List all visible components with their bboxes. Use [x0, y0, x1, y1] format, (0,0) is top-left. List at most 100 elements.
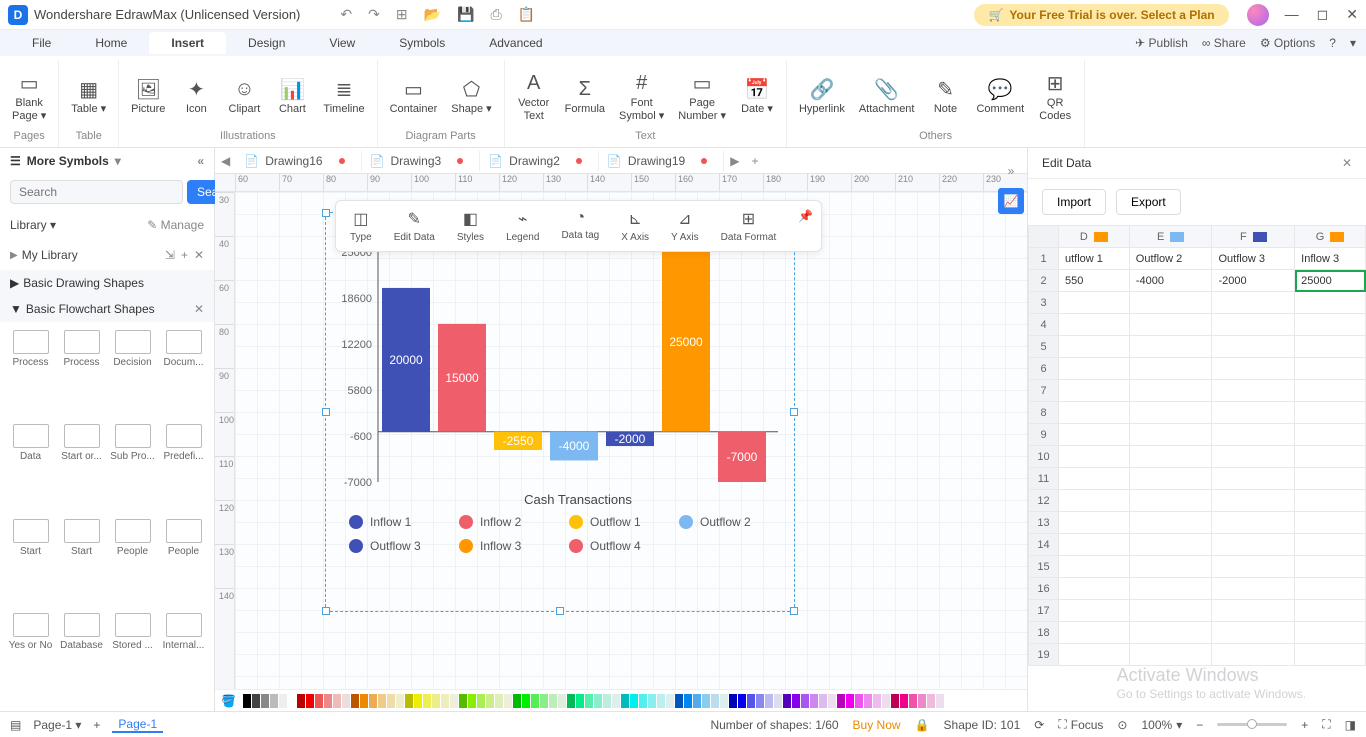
- row-header[interactable]: 16: [1029, 578, 1059, 600]
- cell[interactable]: [1059, 622, 1130, 644]
- color-swatch[interactable]: [621, 694, 629, 708]
- shape-data[interactable]: Data: [6, 424, 55, 514]
- chart-tool-datatag[interactable]: ◔Data tag: [551, 205, 609, 247]
- color-swatch[interactable]: [423, 694, 431, 708]
- zoom-level[interactable]: 100% ▾: [1141, 718, 1182, 732]
- cell[interactable]: [1129, 380, 1212, 402]
- color-swatch[interactable]: [495, 694, 503, 708]
- col-header[interactable]: G: [1295, 226, 1366, 248]
- row-header[interactable]: 12: [1029, 490, 1059, 512]
- color-swatch[interactable]: [711, 694, 719, 708]
- cell[interactable]: [1212, 490, 1295, 512]
- chart-tool-legend[interactable]: ⌁Legend: [496, 205, 549, 247]
- pages-list-icon[interactable]: ▤: [10, 718, 21, 732]
- color-swatch[interactable]: [396, 694, 404, 708]
- cell[interactable]: [1059, 578, 1130, 600]
- cell[interactable]: [1295, 336, 1366, 358]
- cell[interactable]: 550: [1059, 270, 1130, 292]
- collapse-left-icon[interactable]: «: [197, 154, 204, 168]
- help-icon[interactable]: ?: [1329, 36, 1336, 50]
- page-tab[interactable]: Page-1: [112, 717, 163, 733]
- row-header[interactable]: 11: [1029, 468, 1059, 490]
- close-icon[interactable]: ✕: [1346, 6, 1358, 23]
- cell[interactable]: [1212, 380, 1295, 402]
- chart-data-icon[interactable]: 📈: [998, 188, 1024, 214]
- color-swatch[interactable]: [432, 694, 440, 708]
- menu-more-icon[interactable]: ▾: [1350, 36, 1356, 50]
- color-swatch[interactable]: [540, 694, 548, 708]
- paint-bucket-icon[interactable]: 🪣: [221, 694, 236, 708]
- doc-tab[interactable]: 📄Drawing2: [480, 151, 599, 171]
- cell[interactable]: [1129, 644, 1212, 666]
- close-panel-icon[interactable]: ✕: [1342, 156, 1352, 170]
- menu-view[interactable]: View: [307, 32, 377, 54]
- doc-tab[interactable]: 📄Drawing3: [362, 151, 481, 171]
- cell[interactable]: [1212, 424, 1295, 446]
- row-header[interactable]: 15: [1029, 556, 1059, 578]
- cell[interactable]: [1129, 512, 1212, 534]
- color-swatch[interactable]: [648, 694, 656, 708]
- cell[interactable]: [1295, 490, 1366, 512]
- cell[interactable]: [1295, 578, 1366, 600]
- color-swatch[interactable]: [603, 694, 611, 708]
- shape-database[interactable]: Database: [57, 613, 106, 703]
- color-swatch[interactable]: [684, 694, 692, 708]
- shape-internal[interactable]: Internal...: [159, 613, 208, 703]
- cell[interactable]: [1212, 578, 1295, 600]
- share-link[interactable]: ∞ Share: [1202, 36, 1246, 50]
- chart-tool-editdata[interactable]: ✎Edit Data: [384, 205, 445, 247]
- shape-start[interactable]: Start: [6, 519, 55, 609]
- col-header[interactable]: E: [1129, 226, 1212, 248]
- row-header[interactable]: 18: [1029, 622, 1059, 644]
- cell[interactable]: utflow 1: [1059, 248, 1130, 270]
- ribbon-blank[interactable]: ▭BlankPage ▾: [6, 62, 52, 129]
- shape-docum[interactable]: Docum...: [159, 330, 208, 420]
- menu-home[interactable]: Home: [73, 32, 149, 54]
- add-lib-icon[interactable]: +: [181, 248, 188, 262]
- color-swatch[interactable]: [333, 694, 341, 708]
- cell[interactable]: [1295, 380, 1366, 402]
- color-swatch[interactable]: [549, 694, 557, 708]
- close-lib-icon[interactable]: ✕: [194, 248, 204, 262]
- color-swatch[interactable]: [765, 694, 773, 708]
- cell[interactable]: [1212, 534, 1295, 556]
- color-swatch[interactable]: [459, 694, 467, 708]
- row-header[interactable]: 10: [1029, 446, 1059, 468]
- resize-handle[interactable]: [790, 607, 798, 615]
- col-header[interactable]: D: [1059, 226, 1130, 248]
- cell[interactable]: [1059, 512, 1130, 534]
- shape-start[interactable]: Start: [57, 519, 106, 609]
- cell[interactable]: [1129, 424, 1212, 446]
- ribbon-container[interactable]: ▭Container: [384, 62, 444, 129]
- cell[interactable]: [1129, 622, 1212, 644]
- minimize-icon[interactable]: —: [1285, 6, 1299, 23]
- cell[interactable]: -2000: [1212, 270, 1295, 292]
- color-swatch[interactable]: [819, 694, 827, 708]
- color-swatch[interactable]: [891, 694, 899, 708]
- cell[interactable]: [1295, 622, 1366, 644]
- color-swatch[interactable]: [414, 694, 422, 708]
- color-swatch[interactable]: [810, 694, 818, 708]
- color-swatch[interactable]: [747, 694, 755, 708]
- color-swatch[interactable]: [513, 694, 521, 708]
- ribbon-timeline[interactable]: ≣Timeline: [317, 62, 370, 129]
- publish-link[interactable]: ✈ Publish: [1135, 36, 1188, 50]
- chart-tool-dataformat[interactable]: ⊞Data Format: [711, 205, 787, 247]
- row-header[interactable]: 7: [1029, 380, 1059, 402]
- cell[interactable]: [1059, 556, 1130, 578]
- add-tab-icon[interactable]: +: [745, 154, 764, 168]
- cell[interactable]: [1295, 424, 1366, 446]
- shape-yesorno[interactable]: Yes or No: [6, 613, 55, 703]
- ribbon-vector[interactable]: AVectorText: [511, 62, 557, 129]
- row-header[interactable]: 4: [1029, 314, 1059, 336]
- color-swatch[interactable]: [594, 694, 602, 708]
- color-swatch[interactable]: [864, 694, 872, 708]
- color-swatch[interactable]: [729, 694, 737, 708]
- color-swatch[interactable]: [873, 694, 881, 708]
- color-swatch[interactable]: [585, 694, 593, 708]
- color-swatch[interactable]: [441, 694, 449, 708]
- cell[interactable]: [1129, 534, 1212, 556]
- menu-symbols[interactable]: Symbols: [377, 32, 467, 54]
- cell[interactable]: [1295, 534, 1366, 556]
- color-swatch[interactable]: [900, 694, 908, 708]
